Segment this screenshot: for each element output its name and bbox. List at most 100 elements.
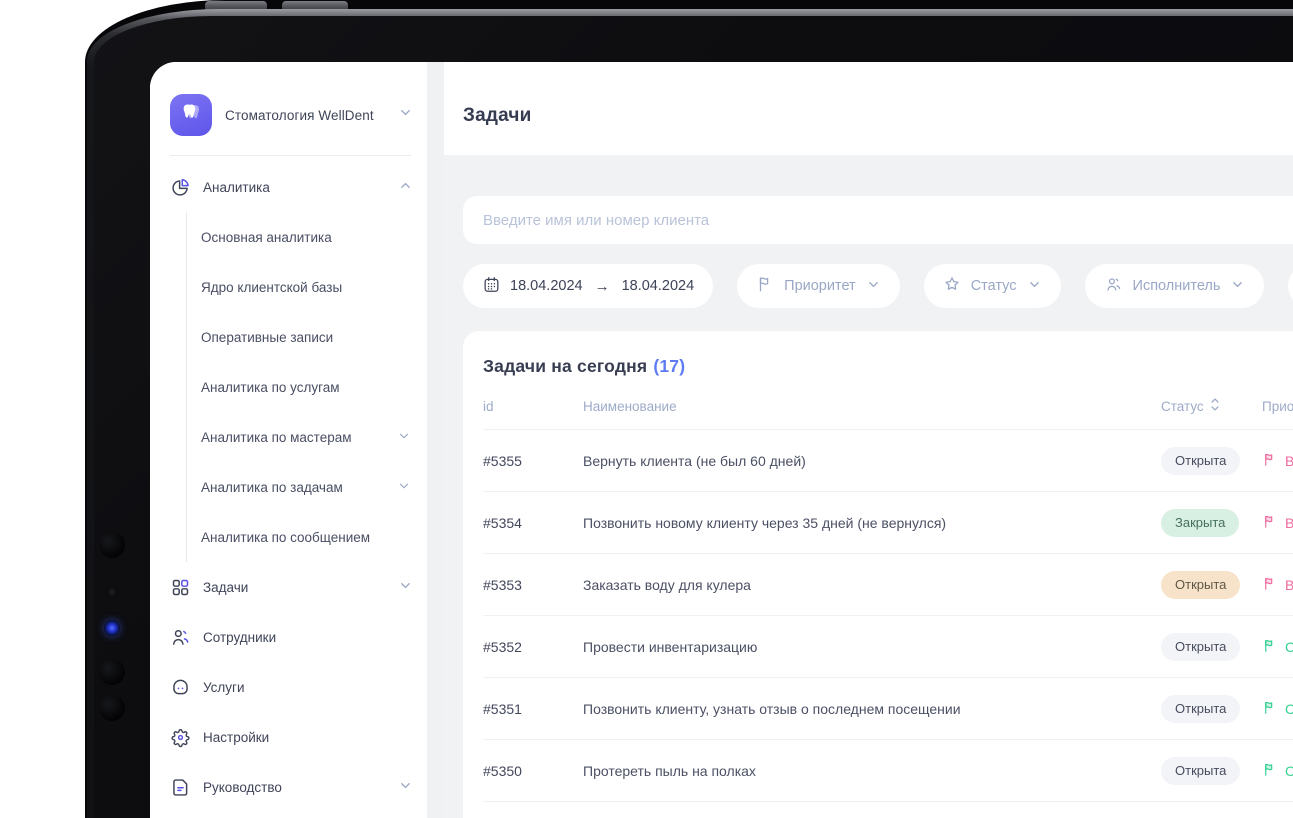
table-row[interactable]: #5355 Вернуть клиента (не был 60 дней) О… <box>483 429 1293 491</box>
column-header-status[interactable]: Статус <box>1161 397 1262 415</box>
sidebar-main-divider <box>427 62 444 818</box>
top-bar: Задачи <box>444 62 1293 155</box>
sidebar-subitem-masters-analytics[interactable]: Аналитика по мастерам <box>201 412 413 462</box>
calendar-icon <box>482 275 501 298</box>
content-area: 18.04.2024 → 18.04.2024 Приоритет <box>444 155 1293 818</box>
sidebar-item-employees[interactable]: Сотрудники <box>170 612 413 662</box>
task-id: #5352 <box>483 638 522 655</box>
document-icon <box>170 777 191 798</box>
users-icon <box>170 627 191 648</box>
sidebar-subitem-tasks-analytics[interactable]: Аналитика по задачам <box>201 462 413 512</box>
task-priority: Средний <box>1262 700 1293 718</box>
task-id: #5355 <box>483 452 522 469</box>
sidebar-item-settings[interactable]: Настройки <box>170 712 413 762</box>
status-badge: Открыта <box>1161 632 1241 661</box>
workspace-switcher[interactable]: Стоматология WellDent <box>170 94 413 136</box>
bag-icon <box>170 677 191 698</box>
workspace-name: Стоматология WellDent <box>225 107 374 123</box>
chevron-down-icon <box>1027 277 1042 296</box>
task-name: Протереть пыль на полках <box>583 762 756 779</box>
task-priority: Средний <box>1262 638 1293 656</box>
sidebar-item-tasks[interactable]: Задачи <box>170 562 413 612</box>
subitem-label: Аналитика по мастерам <box>201 429 352 445</box>
tasks-card-title: Задачи на сегодня (17) <box>483 356 1293 377</box>
sidebar-subitem-client-base-core[interactable]: Ядро клиентской базы <box>201 262 413 312</box>
sidebar-item-services[interactable]: Услуги <box>170 662 413 712</box>
status-badge: Открыта <box>1161 694 1241 723</box>
column-header-id: id <box>483 398 494 414</box>
date-range-picker[interactable]: 18.04.2024 → 18.04.2024 <box>463 264 714 308</box>
subitem-label: Аналитика по услугам <box>201 379 340 395</box>
task-name: Позвонить новому клиенту через 35 дней (… <box>583 514 947 531</box>
table-header-row: id Наименование Статус Приоритет <box>483 383 1293 429</box>
task-priority: Средний <box>1262 762 1293 780</box>
sidebar-item-label: Задачи <box>203 579 249 595</box>
column-header-priority: Приоритет <box>1262 398 1293 414</box>
flag-icon <box>756 275 774 297</box>
sidebar-subitem-messages-analytics[interactable]: Аналитика по сообщением <box>201 512 413 562</box>
table-row[interactable]: #5354 Позвонить новому клиенту через 35 … <box>483 491 1293 553</box>
sidebar-nav: Аналитика Основная аналитика Ядро клиент… <box>170 162 413 812</box>
subitem-label: Аналитика по сообщением <box>201 529 371 545</box>
app-screen: Стоматология WellDent Аналитика Основная… <box>150 62 1293 818</box>
flag-icon <box>1262 700 1277 718</box>
tablet-microphone-dot <box>109 589 115 595</box>
flag-icon <box>1262 762 1277 780</box>
chevron-down-icon <box>866 277 881 296</box>
table-row[interactable]: #5352 Провести инвентаризацию Открыта Ср… <box>483 615 1293 677</box>
flag-icon <box>1262 576 1277 594</box>
subitem-label: Основная аналитика <box>201 229 332 245</box>
clinic-logo <box>170 94 212 136</box>
flag-icon <box>1262 452 1277 470</box>
flag-icon <box>1262 514 1277 532</box>
sidebar-item-guide[interactable]: Руководство <box>170 762 413 812</box>
assigned-by-filter[interactable]: Кем назначено <box>1288 264 1293 308</box>
table-row[interactable]: #5350 Протереть пыль на полках Открыта С… <box>483 739 1293 802</box>
analytics-submenu: Основная аналитика Ядро клиентской базы … <box>186 212 413 562</box>
date-from: 18.04.2024 <box>510 278 583 294</box>
sidebar-item-label: Настройки <box>203 729 270 745</box>
assignee-filter[interactable]: Исполнитель <box>1084 264 1265 308</box>
search-input[interactable] <box>463 196 1293 244</box>
sidebar-subitem-operational-records[interactable]: Оперативные записи <box>201 312 413 362</box>
sidebar-item-label: Аналитика <box>203 179 270 195</box>
status-badge: Открыта <box>1161 446 1241 475</box>
tablet-camera-indicator <box>104 620 120 636</box>
priority-filter[interactable]: Приоритет <box>737 264 900 308</box>
tablet-camera-lens <box>99 532 125 558</box>
chevron-down-icon <box>397 429 411 446</box>
table-row[interactable]: #5351 Позвонить клиенту, узнать отзыв о … <box>483 677 1293 739</box>
main-area: Задачи 18. <box>444 62 1293 818</box>
sidebar-item-label: Руководство <box>203 779 282 795</box>
chevron-down-icon <box>397 479 411 496</box>
chevron-down-icon <box>398 105 413 125</box>
chevron-down-icon <box>1230 277 1245 296</box>
subitem-label: Оперативные записи <box>201 329 334 345</box>
flag-icon <box>1262 638 1277 656</box>
table-row[interactable]: #5353 Заказать воду для кулера Открыта В… <box>483 553 1293 615</box>
priority-filter-label: Приоритет <box>784 278 856 294</box>
sidebar-item-analytics[interactable]: Аналитика <box>170 162 413 212</box>
pie-chart-icon <box>170 177 191 198</box>
sidebar-subitem-services-analytics[interactable]: Аналитика по услугам <box>201 362 413 412</box>
sidebar-subitem-main-analytics[interactable]: Основная аналитика <box>201 212 413 262</box>
arrow-right-icon: → <box>594 277 610 295</box>
tasks-title-text: Задачи на сегодня <box>483 356 648 376</box>
task-priority: Высокий <box>1262 514 1293 532</box>
subitem-label: Ядро клиентской базы <box>201 279 343 295</box>
grid-icon <box>170 577 191 598</box>
users-group-icon <box>1104 275 1123 298</box>
status-filter[interactable]: Статус <box>923 264 1061 308</box>
subitem-label: Аналитика по задачам <box>201 479 343 495</box>
task-priority: Высокий <box>1262 576 1293 594</box>
assignee-filter-label: Исполнитель <box>1132 278 1221 294</box>
status-badge: Открыта <box>1161 756 1241 785</box>
chevron-up-icon <box>398 178 413 196</box>
page-title: Задачи <box>463 104 532 126</box>
sidebar-item-label: Услуги <box>203 679 245 695</box>
tablet-camera-lens <box>99 695 125 721</box>
tasks-count: (17) <box>653 356 686 376</box>
sort-icon <box>1210 397 1220 415</box>
status-badge: Закрыта <box>1161 508 1240 537</box>
task-name: Вернуть клиента (не был 60 дней) <box>583 452 806 469</box>
